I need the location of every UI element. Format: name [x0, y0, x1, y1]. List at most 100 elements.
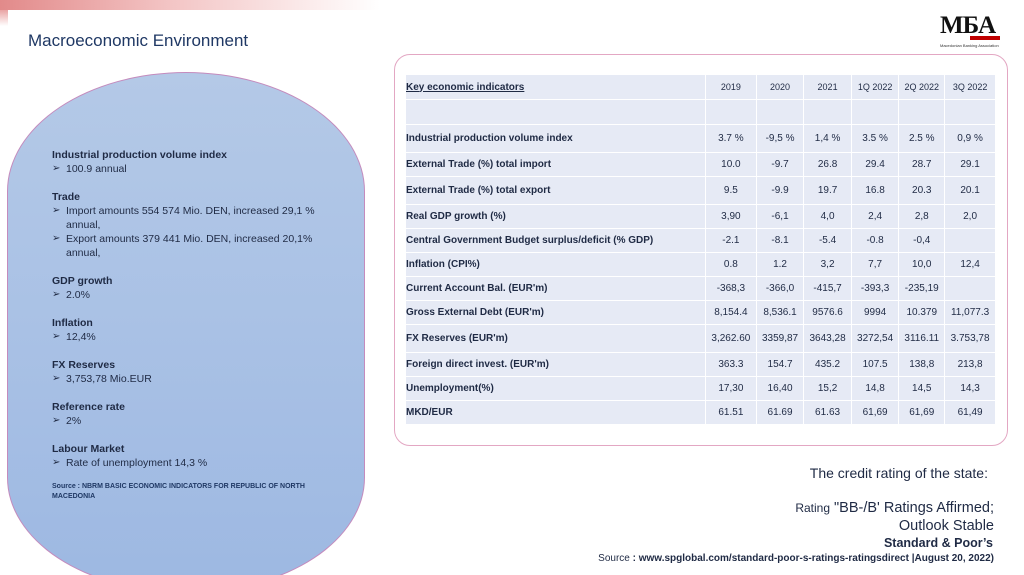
table-cell: 15,2: [804, 377, 851, 400]
summary-section-heading: FX Reserves: [52, 359, 116, 371]
table-cell: -366,0: [756, 277, 804, 300]
summary-bullet-text: 100.9 annual: [66, 163, 127, 175]
column-header: 2019: [706, 75, 756, 99]
summary-section: GDP growth ➢ 2.0%: [52, 274, 332, 302]
table-cell: 14,5: [899, 377, 945, 400]
logo-red-bar: [970, 36, 1000, 40]
table-cell: 61,49: [945, 401, 995, 424]
column-header: 1Q 2022: [851, 75, 899, 99]
table-cell: 61.63: [804, 401, 851, 424]
summary-section-heading: Reference rate: [52, 401, 125, 413]
table-header-row: Key economic indicators 2019 2020 2021 1Q 20…: [406, 75, 995, 99]
summary-bullet-text: 3,753,78 Mio.EUR: [66, 373, 152, 385]
table-row: Unemployment(%) 17,30 16,40 15,2 14,8 14,5 14,…: [406, 377, 995, 400]
summary-bullet-text: Import amounts 554 574 Mio. DEN, increas…: [66, 205, 315, 231]
credit-rating-value: Rating "BB-/B' Ratings Affirmed; Outlook…: [795, 499, 994, 535]
table-cell: 28.7: [899, 153, 945, 176]
table-cell: 12,4: [945, 253, 995, 276]
table-row: FX Reserves (EUR'm) 3,262.60 3359,87 3643,2…: [406, 325, 995, 352]
summary-source-note: Source : NBRM BASIC ECONOMIC INDICATORS …: [52, 483, 305, 500]
table-blank-cell: [406, 100, 705, 124]
table-cell: 213,8: [945, 353, 995, 376]
logo-subtitle: Macedonian Banking Association: [940, 43, 999, 48]
row-label: Gross External Debt (EUR'm): [406, 301, 705, 324]
row-label: FX Reserves (EUR'm): [406, 325, 705, 352]
summary-bullet-text: 2.0%: [66, 289, 90, 301]
summary-section-heading: Industrial production volume index: [52, 149, 228, 161]
table-cell: 2,8: [899, 205, 945, 228]
arrow-bullet-icon: ➢: [52, 457, 61, 468]
summary-bullet-text: 12,4%: [66, 331, 96, 343]
table-cell: 16.8: [851, 177, 899, 204]
table-cell: -368,3: [706, 277, 756, 300]
row-label: External Trade (%) total export: [406, 177, 705, 204]
summary-section: Labour Market ➢ Rate of unemployment 14,3 …: [52, 442, 332, 470]
summary-bullet: ➢ 12,4%: [52, 330, 332, 344]
table-cell: 2.5 %: [899, 125, 945, 152]
table-cell: 20.1: [945, 177, 995, 204]
table-cell: 14,3: [945, 377, 995, 400]
table-cell: -9,5 %: [756, 125, 804, 152]
row-label: Central Government Budget surplus/defici…: [406, 229, 705, 252]
summary-list: Industrial production volume index ➢ 100.9…: [52, 148, 332, 502]
table-cell: 61.51: [706, 401, 756, 424]
mba-logo: MБA Macedonian Banking Association: [940, 12, 1004, 48]
table-cell: 3,262.60: [706, 325, 756, 352]
table-cell: [945, 277, 995, 300]
table-cell: 61,69: [851, 401, 899, 424]
summary-section-heading: Inflation: [52, 317, 93, 329]
summary-section: Trade ➢ Import amounts 554 574 Mio. DEN, i…: [52, 190, 332, 260]
table-row: Industrial production volume index 3.7 % -…: [406, 125, 995, 152]
rating-line-1: "BB-/B' Ratings Affirmed;: [834, 500, 994, 516]
table-blank-row: [406, 100, 995, 124]
table-cell: 3,90: [706, 205, 756, 228]
table-cell: -9.9: [756, 177, 804, 204]
table-blank-cell: [945, 100, 995, 124]
table-row: Gross External Debt (EUR'm) 8,154.4 8,536.…: [406, 301, 995, 324]
table-cell: 17,30: [706, 377, 756, 400]
table-cell: 3,2: [804, 253, 851, 276]
table-cell: 29.1: [945, 153, 995, 176]
row-label: External Trade (%) total import: [406, 153, 705, 176]
summary-section-heading: Trade: [52, 191, 81, 203]
top-decor-stripe-shadow: [0, 10, 8, 26]
table-row: Real GDP growth (%) 3,90 -6,1 4,0 2,4 2,8 2,0: [406, 205, 995, 228]
table-row: Inflation (CPI%) 0.8 1.2 3,2 7,7 10,0 12,4: [406, 253, 995, 276]
row-label: MKD/EUR: [406, 401, 705, 424]
row-label: Foreign direct invest. (EUR'm): [406, 353, 705, 376]
table-cell: 61,69: [899, 401, 945, 424]
summary-section: Inflation ➢ 12,4%: [52, 316, 332, 344]
arrow-bullet-icon: ➢: [52, 163, 61, 174]
table-cell: -235,19: [899, 277, 945, 300]
table-cell: -6,1: [756, 205, 804, 228]
summary-bullet: ➢ 3,753,78 Mio.EUR: [52, 372, 332, 386]
row-label: Industrial production volume index: [406, 125, 705, 152]
table-cell: 3.753,78: [945, 325, 995, 352]
table-cell: -393,3: [851, 277, 899, 300]
table-cell: 435.2: [804, 353, 851, 376]
table-cell: 9.5: [706, 177, 756, 204]
rating-source-text: : www.spglobal.com/standard-poor-s-ratin…: [632, 553, 994, 564]
table-cell: [945, 229, 995, 252]
arrow-bullet-icon: ➢: [52, 205, 61, 216]
table-cell: 3272,54: [851, 325, 899, 352]
table-cell: 26.8: [804, 153, 851, 176]
table-cell: 3.7 %: [706, 125, 756, 152]
table-cell: 8,154.4: [706, 301, 756, 324]
table-row: External Trade (%) total import 10.0 -9.7 2…: [406, 153, 995, 176]
table-cell: 0,9 %: [945, 125, 995, 152]
summary-bullet-text: Rate of unemployment 14,3 %: [66, 457, 208, 469]
summary-bullet: ➢ Rate of unemployment 14,3 %: [52, 456, 332, 470]
top-decor-stripe: [0, 0, 380, 10]
column-header: 2020: [756, 75, 804, 99]
table-cell: 29.4: [851, 153, 899, 176]
summary-section: FX Reserves ➢ 3,753,78 Mio.EUR: [52, 358, 332, 386]
row-label: Current Account Bal. (EUR'm): [406, 277, 705, 300]
rating-source-label: Source: [598, 553, 630, 564]
table-cell: -415,7: [804, 277, 851, 300]
table-blank-cell: [706, 100, 756, 124]
table-blank-cell: [851, 100, 899, 124]
table-cell: 7,7: [851, 253, 899, 276]
table-row: Current Account Bal. (EUR'm) -368,3 -366,0…: [406, 277, 995, 300]
indicators-table: Key economic indicators 2019 2020 2021 1Q 20…: [405, 74, 996, 425]
